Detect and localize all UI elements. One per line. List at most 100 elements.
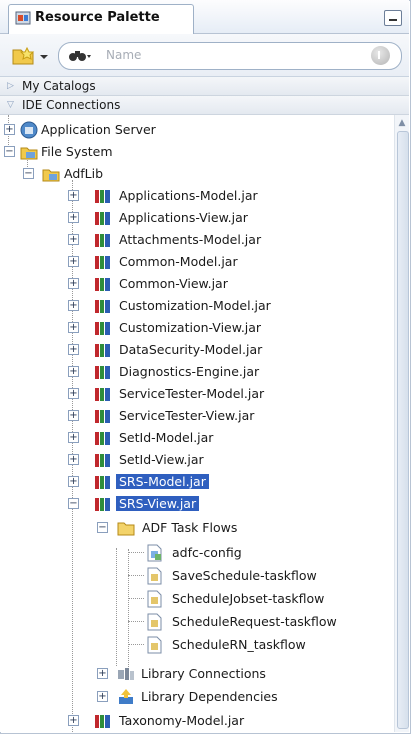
tree-node-label: Customization-Model.jar	[119, 298, 271, 313]
tree-node-library-connections[interactable]: + Library Connections	[0, 663, 393, 685]
binoculars-icon[interactable]	[67, 47, 93, 65]
panel-title: Resource Palette	[35, 10, 160, 25]
jar-library-icon	[95, 212, 110, 225]
tree-node-jar[interactable]: + Common-Model.jar	[0, 251, 393, 273]
search-input[interactable]: Name	[106, 48, 141, 62]
task-flow-file-icon	[147, 613, 162, 631]
jar-library-icon	[95, 498, 110, 511]
tree-node-task-flow[interactable]: SaveSchedule-taskflow	[0, 565, 393, 587]
tree-node-label: File System	[41, 144, 113, 159]
tree-node-jar[interactable]: + DataSecurity-Model.jar	[0, 339, 393, 361]
tree-node-jar[interactable]: + Taxonomy-Model.jar	[0, 710, 393, 732]
tree-node-jar[interactable]: + Diagnostics-Engine.jar	[0, 361, 393, 383]
tree-node-label: Taxonomy-Model.jar	[119, 713, 245, 728]
tree-node-jar-selected[interactable]: − SRS-View.jar	[0, 493, 393, 515]
tree-node-library-dependencies[interactable]: + Library Dependencies	[0, 686, 393, 708]
library-connections-icon	[118, 668, 134, 680]
tree-node-jar[interactable]: + Customization-Model.jar	[0, 295, 393, 317]
expand-icon[interactable]: +	[68, 410, 79, 421]
collapsed-triangle-icon: ▷	[7, 81, 14, 91]
vertical-scrollbar[interactable]: ▲	[394, 115, 409, 732]
expand-icon[interactable]: +	[68, 322, 79, 333]
scroll-thumb[interactable]	[397, 131, 409, 729]
tree-node-jar-selected[interactable]: + SRS-Model.jar	[0, 471, 393, 493]
expand-icon[interactable]: +	[68, 432, 79, 443]
tree-node-adf-task-flows[interactable]: − ADF Task Flows	[0, 517, 393, 539]
tree-node-label: ServiceTester-View.jar	[119, 408, 255, 423]
tree-node-task-flow[interactable]: ScheduleRN_taskflow	[0, 634, 393, 656]
section-ide-connections[interactable]: ▽ IDE Connections	[0, 96, 409, 115]
tree-node-jar[interactable]: + Applications-Model.jar	[0, 185, 393, 207]
tree-node-application-server[interactable]: + Application Server	[0, 119, 393, 141]
collapse-icon[interactable]: −	[23, 168, 34, 179]
tree-node-task-flow[interactable]: adfc-config	[0, 542, 393, 564]
jar-library-icon	[95, 344, 110, 357]
expand-icon[interactable]: +	[68, 190, 79, 201]
new-connection-icon[interactable]	[10, 44, 50, 68]
library-dependencies-icon	[119, 689, 133, 704]
section-my-catalogs[interactable]: ▷ My Catalogs	[0, 77, 409, 96]
tree-node-task-flow[interactable]: ScheduleJobset-taskflow	[0, 588, 393, 610]
tree-node-label: ServiceTester-Model.jar	[119, 386, 265, 401]
expand-icon[interactable]: +	[68, 234, 79, 245]
tree-node-label: ScheduleJobset-taskflow	[172, 591, 325, 606]
expanded-triangle-icon: ▽	[7, 100, 14, 110]
folder-icon	[117, 522, 135, 536]
tree-node-jar[interactable]: + Applications-View.jar	[0, 207, 393, 229]
task-flow-file-icon	[147, 636, 162, 654]
resource-palette-tab[interactable]: Resource Palette	[8, 4, 194, 34]
tree-node-jar[interactable]: + ServiceTester-View.jar	[0, 405, 393, 427]
tree-node-label: Common-View.jar	[119, 276, 228, 291]
tree-node-adflib[interactable]: − AdfLib	[0, 163, 393, 185]
expand-icon[interactable]: +	[68, 366, 79, 377]
tree-node-task-flow[interactable]: ScheduleRequest-taskflow	[0, 611, 393, 633]
search-box: Name	[58, 42, 402, 70]
jar-library-icon	[95, 256, 110, 269]
expand-icon[interactable]: +	[97, 691, 108, 702]
expand-icon[interactable]: +	[68, 476, 79, 487]
expand-icon[interactable]: +	[4, 124, 15, 135]
tree-node-file-system[interactable]: − File System	[0, 141, 393, 163]
tree-node-label: SRS-View.jar	[116, 496, 200, 511]
jar-library-icon	[95, 432, 110, 445]
scroll-up-icon[interactable]: ▲	[397, 118, 407, 128]
tree-node-label: ADF Task Flows	[142, 520, 238, 535]
jar-library-icon	[95, 278, 110, 291]
expand-icon[interactable]: +	[68, 300, 79, 311]
collapse-icon[interactable]: −	[4, 146, 15, 157]
minimize-button[interactable]	[384, 10, 402, 26]
expand-icon[interactable]: +	[68, 278, 79, 289]
expand-icon[interactable]: +	[68, 344, 79, 355]
task-flow-file-icon	[147, 544, 162, 562]
tree-node-label: DataSecurity-Model.jar	[119, 342, 263, 357]
tree-node-jar[interactable]: + ServiceTester-Model.jar	[0, 383, 393, 405]
collapse-icon[interactable]: −	[97, 522, 108, 533]
resource-palette-icon	[15, 11, 31, 25]
tree-node-jar[interactable]: + SetId-Model.jar	[0, 427, 393, 449]
expand-icon[interactable]: +	[68, 212, 79, 223]
jar-library-icon	[95, 410, 110, 423]
section-label: IDE Connections	[22, 98, 121, 112]
collapse-icon[interactable]: −	[68, 498, 79, 509]
expand-icon[interactable]: +	[68, 256, 79, 267]
expand-icon[interactable]: +	[68, 454, 79, 465]
jar-library-icon	[95, 388, 110, 401]
tree-node-label: Diagnostics-Engine.jar	[119, 364, 260, 379]
tree-node-label: SetId-Model.jar	[119, 430, 214, 445]
expand-icon[interactable]: +	[68, 715, 79, 726]
tree-node-label: ScheduleRequest-taskflow	[172, 614, 337, 629]
tree-node-jar[interactable]: + Attachments-Model.jar	[0, 229, 393, 251]
tree-node-jar[interactable]: + Common-View.jar	[0, 273, 393, 295]
expand-icon[interactable]: +	[97, 668, 108, 679]
toolbar: Name	[0, 34, 409, 77]
expand-icon[interactable]: +	[68, 388, 79, 399]
tree-node-jar[interactable]: + Customization-View.jar	[0, 317, 393, 339]
tree-node-label: adfc-config	[172, 545, 242, 560]
tree-node-jar[interactable]: + SetId-View.jar	[0, 449, 393, 471]
jar-library-icon	[95, 715, 110, 728]
search-go-button[interactable]	[371, 46, 390, 65]
tree-node-label: Common-Model.jar	[119, 254, 238, 269]
jar-library-icon	[95, 234, 110, 247]
tree-node-label: Attachments-Model.jar	[119, 232, 262, 247]
tree-node-label: Customization-View.jar	[119, 320, 262, 335]
